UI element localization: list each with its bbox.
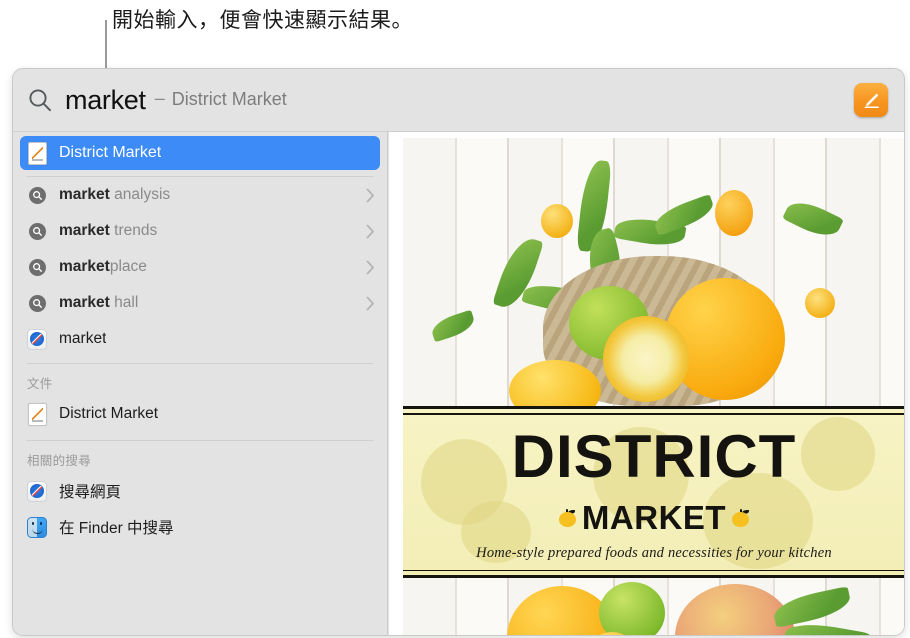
related-row-search-web[interactable]: 搜尋網頁 — [13, 473, 387, 509]
document-banner: DISTRICT MARKET Home-style prepared food… — [403, 406, 904, 578]
pages-document-icon — [27, 402, 47, 426]
magnifier-badge-icon — [27, 185, 47, 205]
apple-icon — [732, 508, 750, 527]
document-preview-artwork: DISTRICT MARKET Home-style prepared food… — [403, 138, 904, 635]
magnifier-badge-icon — [27, 293, 47, 313]
related-label: 在 Finder 中搜尋 — [59, 520, 174, 537]
magnifier-badge-icon — [27, 257, 47, 277]
preview-pane: DISTRICT MARKET Home-style prepared food… — [389, 132, 904, 635]
suggestion-row-marketplace[interactable]: marketplace — [13, 249, 387, 285]
search-icon — [27, 87, 54, 114]
chevron-right-icon[interactable] — [366, 224, 375, 239]
banner-tagline: Home-style prepared foods and necessitie… — [476, 545, 832, 561]
banner-subtitle-row: MARKET — [403, 501, 904, 534]
document-row-district-market[interactable]: District Market — [13, 396, 387, 432]
magnifier-badge-icon — [27, 221, 47, 241]
spotlight-body: District Market market analysis market t… — [13, 132, 904, 635]
section-header-documents: 文件 — [27, 377, 53, 391]
safari-icon — [27, 480, 47, 502]
spotlight-search-bar[interactable]: market – District Market — [13, 69, 904, 132]
result-row-top-hit[interactable]: District Market — [20, 136, 380, 170]
search-input-value[interactable]: market — [65, 85, 146, 116]
safari-icon — [27, 328, 47, 350]
document-label: District Market — [59, 405, 159, 422]
pencil-edit-icon[interactable] — [854, 83, 888, 117]
banner-title: DISTRICT — [511, 423, 797, 490]
related-row-search-finder[interactable]: 在 Finder 中搜尋 — [13, 509, 387, 545]
chevron-right-icon[interactable] — [366, 260, 375, 275]
suggestion-row-market-hall[interactable]: market hall — [13, 285, 387, 321]
suggestion-label: market trends — [59, 222, 158, 239]
pages-document-icon — [27, 141, 47, 165]
suggestion-label: market hall — [59, 294, 139, 311]
section-header-related-searches: 相關的搜尋 — [27, 454, 92, 468]
citrus-fruit-bottom-photo — [403, 578, 904, 635]
related-label: 搜尋網頁 — [59, 484, 122, 501]
suggestion-label: market analysis — [59, 186, 171, 203]
finder-icon — [27, 516, 47, 538]
suggestion-row-market-trends[interactable]: market trends — [13, 213, 387, 249]
suggestion-row-market-analysis[interactable]: market analysis — [13, 177, 387, 213]
search-separator-dash: – — [154, 87, 165, 108]
apple-icon — [558, 508, 576, 527]
citrus-fruit-basket-photo — [403, 138, 904, 406]
safari-suggestion-label: market — [59, 330, 107, 347]
results-sidebar[interactable]: District Market market analysis market t… — [13, 132, 388, 635]
top-hit-label: District Market — [59, 144, 162, 161]
chevron-right-icon[interactable] — [366, 296, 375, 311]
callout-text: 開始輸入，便會快速顯示結果。 — [112, 9, 413, 32]
search-inline-completion: District Market — [171, 88, 287, 109]
spotlight-window: market – District Market District Market — [12, 68, 905, 636]
chevron-right-icon[interactable] — [366, 188, 375, 203]
suggestion-row-safari-market[interactable]: market — [13, 321, 387, 357]
banner-subtitle: MARKET — [581, 499, 727, 536]
suggestion-label: marketplace — [59, 258, 147, 275]
